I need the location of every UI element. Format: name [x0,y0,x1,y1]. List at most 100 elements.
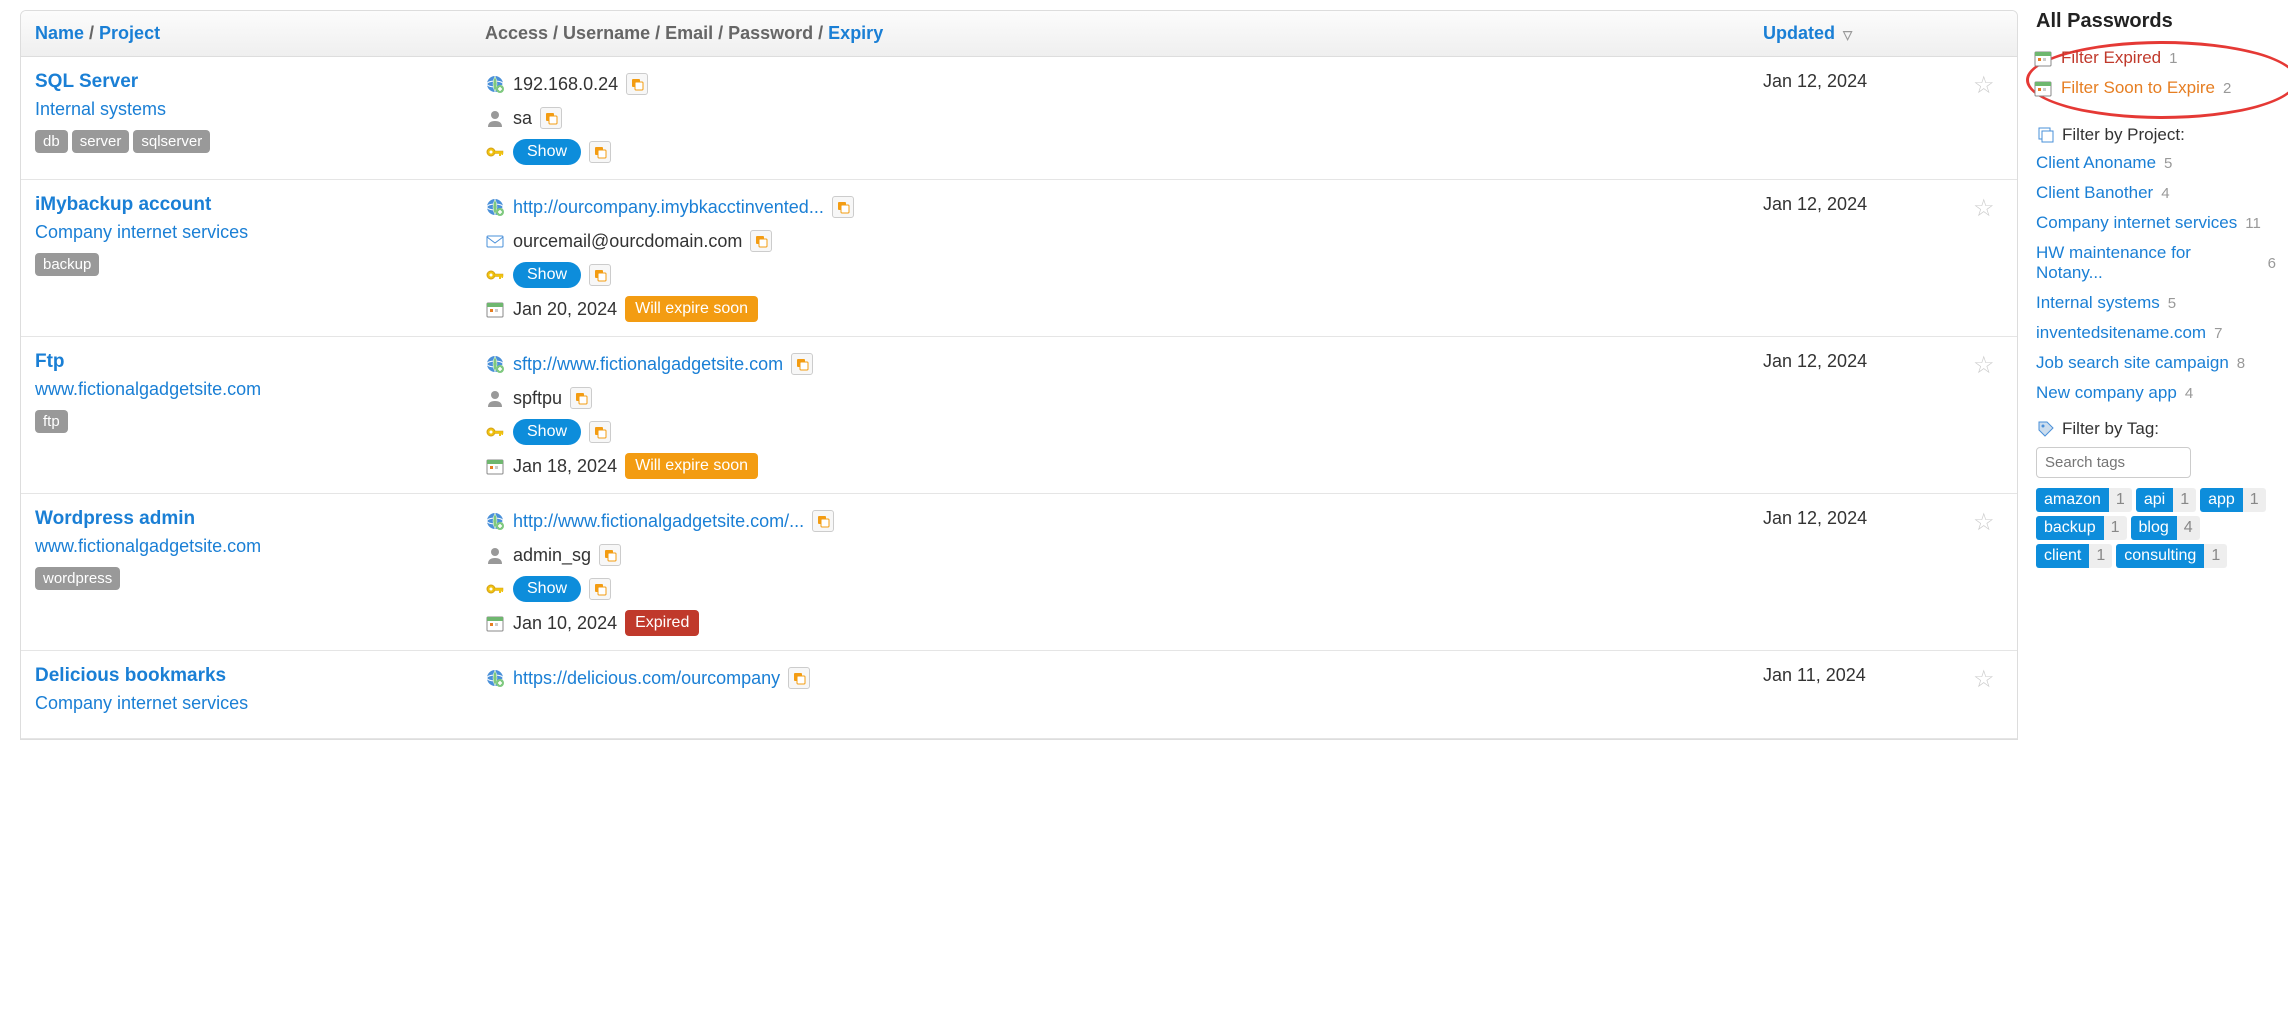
copy-password-button[interactable] [589,578,611,600]
calendar-icon [2033,78,2053,98]
show-password-button[interactable]: Show [513,262,581,288]
tag-search-input[interactable] [2036,447,2191,478]
header-access: Access / Username / Email / Password / [485,23,828,43]
access-url[interactable]: https://delicious.com/ourcompany [513,668,780,689]
copy-password-button[interactable] [589,264,611,286]
globe-icon [485,668,505,688]
entry-project-link[interactable]: www.fictionalgadgetsite.com [35,379,261,400]
expired-count: 1 [2169,50,2177,67]
project-filter-link[interactable]: Internal systems [2036,293,2160,313]
calendar-icon [485,456,505,476]
tag[interactable]: server [72,130,130,153]
annotation-ellipse: Filter Expired 1 Filter Soon to Expire 2 [2026,41,2288,119]
project-filter-link[interactable]: New company app [2036,383,2177,403]
tag[interactable]: ftp [35,410,68,433]
tag-filter[interactable]: amazon1 [2036,488,2132,512]
key-icon [485,579,505,599]
entry-project-link[interactable]: Internal systems [35,99,166,120]
tag-filter[interactable]: blog4 [2131,516,2200,540]
updated-date: Jan 11, 2024 [1763,665,1866,685]
project-count: 5 [2164,155,2172,172]
entry-title-link[interactable]: Ftp [35,351,65,373]
copy-user-button[interactable] [540,107,562,129]
star-toggle[interactable]: ☆ [1973,666,1995,693]
copy-access-button[interactable] [791,353,813,375]
copy-password-button[interactable] [589,141,611,163]
project-filter-link[interactable]: Job search site campaign [2036,353,2229,373]
copy-access-button[interactable] [812,510,834,532]
expiry-date: Jan 18, 2024 [513,456,617,477]
tag[interactable]: db [35,130,68,153]
show-password-button[interactable]: Show [513,419,581,445]
username: sa [513,108,532,129]
table-row: Wordpress admin www.fictionalgadgetsite.… [21,494,2017,651]
calendar-icon [2033,48,2053,68]
access-url[interactable]: http://ourcompany.imybkacctinvented... [513,197,824,218]
access-text: 192.168.0.24 [513,74,618,95]
project-filter-link[interactable]: inventedsitename.com [2036,323,2206,343]
star-toggle[interactable]: ☆ [1973,195,1995,222]
tag-filter[interactable]: backup1 [2036,516,2127,540]
tag-filter[interactable]: client1 [2036,544,2112,568]
calendar-icon [485,299,505,319]
show-password-button[interactable]: Show [513,139,581,165]
copy-user-button[interactable] [599,544,621,566]
sort-expiry[interactable]: Expiry [828,23,883,43]
copy-email-button[interactable] [750,230,772,252]
stack-icon [2036,125,2056,145]
copy-access-button[interactable] [832,196,854,218]
project-filter-link[interactable]: Client Banother [2036,183,2153,203]
tag[interactable]: backup [35,253,99,276]
sort-name[interactable]: Name [35,23,84,43]
tag[interactable]: sqlserver [133,130,210,153]
filter-tag-header: Filter by Tag: [2036,419,2276,439]
entry-project-link[interactable]: www.fictionalgadgetsite.com [35,536,261,557]
copy-access-button[interactable] [626,73,648,95]
tag-filter[interactable]: consulting1 [2116,544,2227,568]
username: admin_sg [513,545,591,566]
project-count: 7 [2214,325,2222,342]
tag-filter[interactable]: app1 [2200,488,2266,512]
copy-user-button[interactable] [570,387,592,409]
tag-filter[interactable]: api1 [2136,488,2196,512]
star-toggle[interactable]: ☆ [1973,72,1995,99]
table-row: SQL Server Internal systems dbserversqls… [21,57,2017,180]
entry-title-link[interactable]: Wordpress admin [35,508,195,530]
project-filter-link[interactable]: HW maintenance for Notany... [2036,243,2260,283]
updated-date: Jan 12, 2024 [1763,351,1867,371]
entry-title-link[interactable]: SQL Server [35,71,138,93]
tag-icon [2036,419,2056,439]
sort-desc-icon: ▽ [1843,28,1852,42]
globe-icon [485,197,505,217]
filter-soon-link[interactable]: Filter Soon to Expire [2061,78,2215,98]
expiry-date: Jan 20, 2024 [513,299,617,320]
entry-project-link[interactable]: Company internet services [35,222,248,243]
filter-expired-link[interactable]: Filter Expired [2061,48,2161,68]
table-row: Delicious bookmarks Company internet ser… [21,651,2017,739]
sort-project[interactable]: Project [99,23,160,43]
sort-updated[interactable]: Updated [1763,23,1835,43]
email: ourcemail@ourcdomain.com [513,231,742,252]
show-password-button[interactable]: Show [513,576,581,602]
project-filter-link[interactable]: Client Anoname [2036,153,2156,173]
updated-date: Jan 12, 2024 [1763,508,1867,528]
project-filter-link[interactable]: Company internet services [2036,213,2237,233]
entry-title-link[interactable]: iMybackup account [35,194,211,216]
access-url[interactable]: sftp://www.fictionalgadgetsite.com [513,354,783,375]
star-toggle[interactable]: ☆ [1973,352,1995,379]
entry-title-link[interactable]: Delicious bookmarks [35,665,226,687]
username: spftpu [513,388,562,409]
copy-access-button[interactable] [788,667,810,689]
table-header: Name / Project Access / Username / Email… [21,11,2017,57]
filter-project-header: Filter by Project: [2036,125,2276,145]
globe-icon [485,74,505,94]
user-icon [485,108,505,128]
access-url[interactable]: http://www.fictionalgadgetsite.com/... [513,511,804,532]
tag[interactable]: wordpress [35,567,120,590]
updated-date: Jan 12, 2024 [1763,194,1867,214]
user-icon [485,388,505,408]
copy-password-button[interactable] [589,421,611,443]
globe-icon [485,511,505,531]
star-toggle[interactable]: ☆ [1973,509,1995,536]
entry-project-link[interactable]: Company internet services [35,693,248,714]
